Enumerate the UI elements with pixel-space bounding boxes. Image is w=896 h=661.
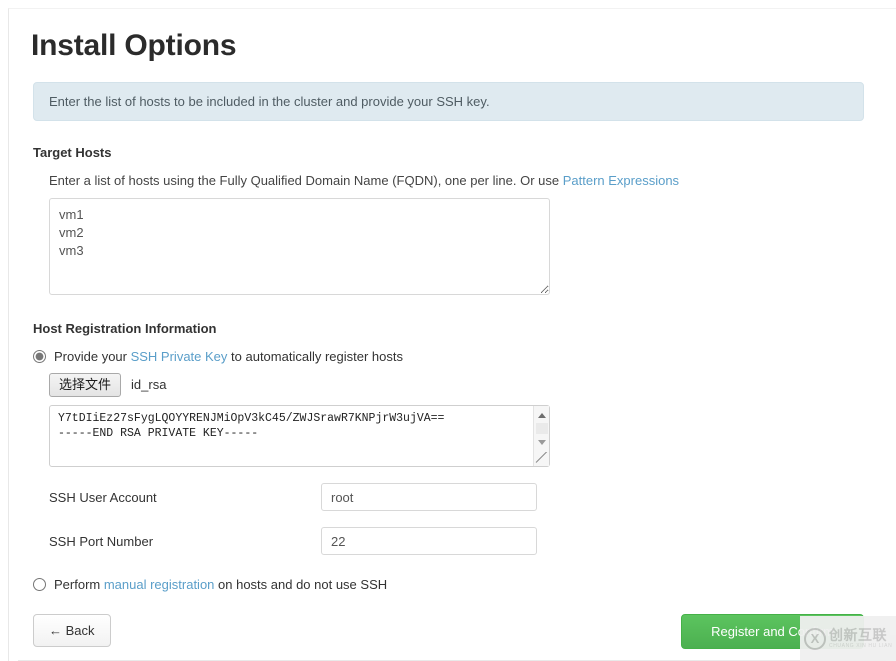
- target-hosts-textarea[interactable]: [49, 198, 550, 295]
- host-registration-block: Host Registration Information Provide yo…: [31, 321, 874, 592]
- ssh-port-number-row: SSH Port Number: [49, 527, 874, 555]
- ssh-key-option-label[interactable]: Provide your SSH Private Key to automati…: [54, 349, 403, 364]
- ssh-key-option-row[interactable]: Provide your SSH Private Key to automati…: [33, 349, 874, 364]
- page-content: Install Options Enter the list of hosts …: [9, 9, 896, 649]
- target-hosts-helper: Enter a list of hosts using the Fully Qu…: [49, 173, 874, 188]
- page-frame: Install Options Enter the list of hosts …: [8, 8, 896, 661]
- ssh-user-account-input[interactable]: [321, 483, 537, 511]
- watermark-logo: X 创新互联 CHUANG XIN HU LIAN: [800, 616, 896, 661]
- choose-file-button[interactable]: 选择文件: [49, 373, 122, 397]
- target-hosts-helper-text: Enter a list of hosts using the Fully Qu…: [49, 173, 563, 188]
- ssh-port-number-label: SSH Port Number: [49, 533, 154, 549]
- info-banner: Enter the list of hosts to be included i…: [33, 82, 864, 121]
- host-registration-heading: Host Registration Information: [33, 321, 217, 336]
- scroll-down-arrow-icon[interactable]: [534, 434, 550, 450]
- scrollbar-thumb[interactable]: [536, 423, 548, 434]
- resize-handle-icon[interactable]: [535, 452, 548, 465]
- back-button[interactable]: ← Back: [33, 614, 111, 647]
- manual-registration-option-label[interactable]: Perform manual registration on hosts and…: [54, 577, 387, 592]
- ssh-key-option-prefix: Provide your: [54, 349, 131, 364]
- manual-option-prefix: Perform: [54, 577, 104, 592]
- target-hosts-heading: Target Hosts: [33, 145, 112, 160]
- ssh-user-account-row: SSH User Account: [49, 483, 874, 511]
- manual-option-suffix: on hosts and do not use SSH: [214, 577, 388, 592]
- selected-file-name: id_rsa: [131, 377, 167, 392]
- watermark-english-text: CHUANG XIN HU LIAN: [829, 643, 893, 649]
- manual-registration-option-row[interactable]: Perform manual registration on hosts and…: [33, 577, 874, 592]
- pattern-expressions-link[interactable]: Pattern Expressions: [563, 173, 679, 188]
- private-key-textarea-wrap: [49, 405, 550, 467]
- private-key-textarea[interactable]: [50, 406, 531, 466]
- scroll-up-arrow-icon[interactable]: [534, 407, 550, 423]
- watermark-chinese-text: 创新互联: [829, 627, 887, 643]
- page-title: Install Options: [31, 29, 237, 62]
- target-hosts-field-wrap: [49, 198, 874, 295]
- ssh-key-radio[interactable]: [33, 350, 46, 363]
- watermark-mark-icon: X: [804, 627, 826, 650]
- manual-registration-radio[interactable]: [33, 578, 46, 591]
- watermark-text: 创新互联 CHUANG XIN HU LIAN: [829, 628, 892, 649]
- private-key-file-picker[interactable]: 选择文件 id_rsa: [49, 373, 315, 397]
- ssh-user-account-label: SSH User Account: [49, 489, 157, 505]
- ssh-private-key-link[interactable]: SSH Private Key: [131, 349, 228, 364]
- ssh-key-option-suffix: to automatically register hosts: [227, 349, 403, 364]
- manual-registration-link[interactable]: manual registration: [104, 577, 215, 592]
- footer-actions: ← Back Register and Confirm: [33, 614, 864, 649]
- ssh-port-number-input[interactable]: [321, 527, 537, 555]
